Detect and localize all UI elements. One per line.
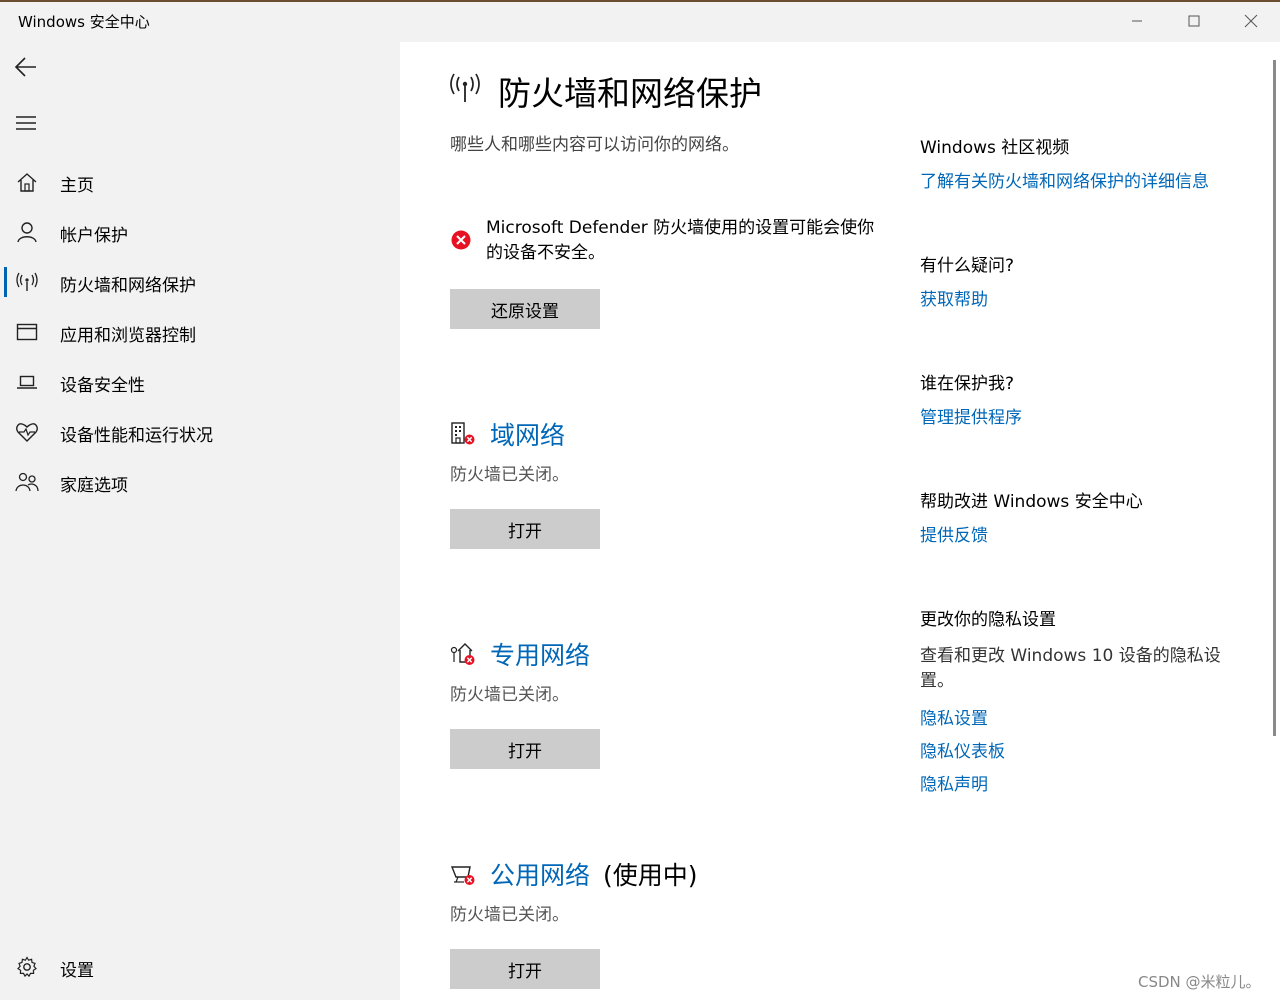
sidebar-item-label: 设备安全性 <box>60 376 145 396</box>
back-arrow-icon <box>14 57 36 77</box>
give-feedback-link[interactable]: 提供反馈 <box>920 521 988 546</box>
sidebar-item-label: 主页 <box>60 176 94 196</box>
domain-network-turn-on-button[interactable]: 打开 <box>450 509 600 549</box>
public-network-icon <box>450 861 476 887</box>
minimize-icon <box>1132 20 1142 22</box>
error-icon <box>451 230 471 250</box>
who-protects-heading: 谁在保护我? <box>920 374 1015 394</box>
private-network-icon <box>450 641 476 667</box>
community-videos-heading: Windows 社区视频 <box>920 138 1070 158</box>
page-title: 防火墙和网络保护 <box>498 74 762 113</box>
sidebar-item-device-security[interactable]: 设备安全性 <box>0 360 400 404</box>
window-title: Windows 安全中心 <box>18 13 150 31</box>
page-subtitle: 哪些人和哪些内容可以访问你的网络。 <box>450 135 739 155</box>
sidebar-item-device-performance[interactable]: 设备性能和运行状况 <box>0 410 400 454</box>
heart-pulse-icon <box>14 419 40 445</box>
sidebar-item-firewall[interactable]: 防火墙和网络保护 <box>0 260 400 304</box>
public-network-link[interactable]: 公用网络 <box>490 856 590 892</box>
sidebar-item-account-protection[interactable]: 帐户保护 <box>0 210 400 254</box>
gear-icon <box>14 954 40 980</box>
back-button[interactable] <box>8 52 44 82</box>
manage-providers-link[interactable]: 管理提供程序 <box>920 403 1022 428</box>
private-network-turn-on-button[interactable]: 打开 <box>450 729 600 769</box>
maximize-button[interactable] <box>1166 2 1222 40</box>
hamburger-icon <box>16 116 36 130</box>
browser-window-icon <box>14 319 40 345</box>
public-network-status: 防火墙已关闭。 <box>450 905 569 925</box>
domain-network-icon <box>450 421 476 447</box>
sidebar-item-home[interactable]: 主页 <box>0 160 400 204</box>
sidebar-item-label: 家庭选项 <box>60 476 128 496</box>
sidebar-item-label: 防火墙和网络保护 <box>60 276 196 296</box>
private-network-status: 防火墙已关闭。 <box>450 685 569 705</box>
scrollbar[interactable] <box>1273 60 1276 736</box>
hamburger-menu-button[interactable] <box>8 108 44 138</box>
home-icon <box>14 169 40 195</box>
private-network-link[interactable]: 专用网络 <box>490 636 590 672</box>
person-icon <box>14 219 40 245</box>
sidebar-item-label: 应用和浏览器控制 <box>60 326 196 346</box>
wireless-icon <box>448 72 482 106</box>
wireless-icon <box>14 269 40 295</box>
sidebar-item-label: 帐户保护 <box>60 226 128 246</box>
sidebar-item-family-options[interactable]: 家庭选项 <box>0 460 400 504</box>
active-indicator <box>4 267 7 297</box>
firewall-warning-text: Microsoft Defender 防火墙使用的设置可能会使你的设备不安全。 <box>486 218 875 263</box>
active-network-suffix: (使用中) <box>603 861 698 890</box>
close-button[interactable] <box>1223 2 1279 40</box>
domain-network-link[interactable]: 域网络 <box>490 416 565 452</box>
laptop-icon <box>14 369 40 395</box>
sidebar-item-label: 设置 <box>60 961 94 981</box>
learn-more-link[interactable]: 了解有关防火墙和网络保护的详细信息 <box>920 167 1209 192</box>
public-network-turn-on-button[interactable]: 打开 <box>450 949 600 989</box>
maximize-icon <box>1188 15 1200 27</box>
privacy-description: 查看和更改 Windows 10 设备的隐私设置。 <box>920 646 1221 691</box>
restore-settings-button[interactable]: 还原设置 <box>450 289 600 329</box>
privacy-heading: 更改你的隐私设置 <box>920 610 1056 630</box>
questions-heading: 有什么疑问? <box>920 256 1015 276</box>
improve-heading: 帮助改进 Windows 安全中心 <box>920 492 1143 512</box>
get-help-link[interactable]: 获取帮助 <box>920 285 988 310</box>
sidebar-item-app-browser-control[interactable]: 应用和浏览器控制 <box>0 310 400 354</box>
family-icon <box>14 469 40 495</box>
privacy-settings-link[interactable]: 隐私设置 <box>920 704 988 729</box>
minimize-button[interactable] <box>1109 2 1165 40</box>
sidebar-item-settings[interactable]: 设置 <box>0 945 400 989</box>
sidebar-item-label: 设备性能和运行状况 <box>60 426 213 446</box>
sidebar: 主页 帐户保护 防火墙和网络保护 应用和浏览器控制 设备安全性 设备性能和运行状… <box>0 42 400 1000</box>
watermark: CSDN @米粒儿。 <box>1138 973 1261 991</box>
close-icon <box>1244 14 1258 28</box>
privacy-dashboard-link[interactable]: 隐私仪表板 <box>920 737 1005 762</box>
privacy-statement-link[interactable]: 隐私声明 <box>920 770 988 795</box>
window-top-border <box>0 0 1280 2</box>
domain-network-status: 防火墙已关闭。 <box>450 465 569 485</box>
title-bar: Windows 安全中心 <box>0 0 1280 42</box>
main-content: 防火墙和网络保护 哪些人和哪些内容可以访问你的网络。 Microsoft Def… <box>400 42 1280 1000</box>
